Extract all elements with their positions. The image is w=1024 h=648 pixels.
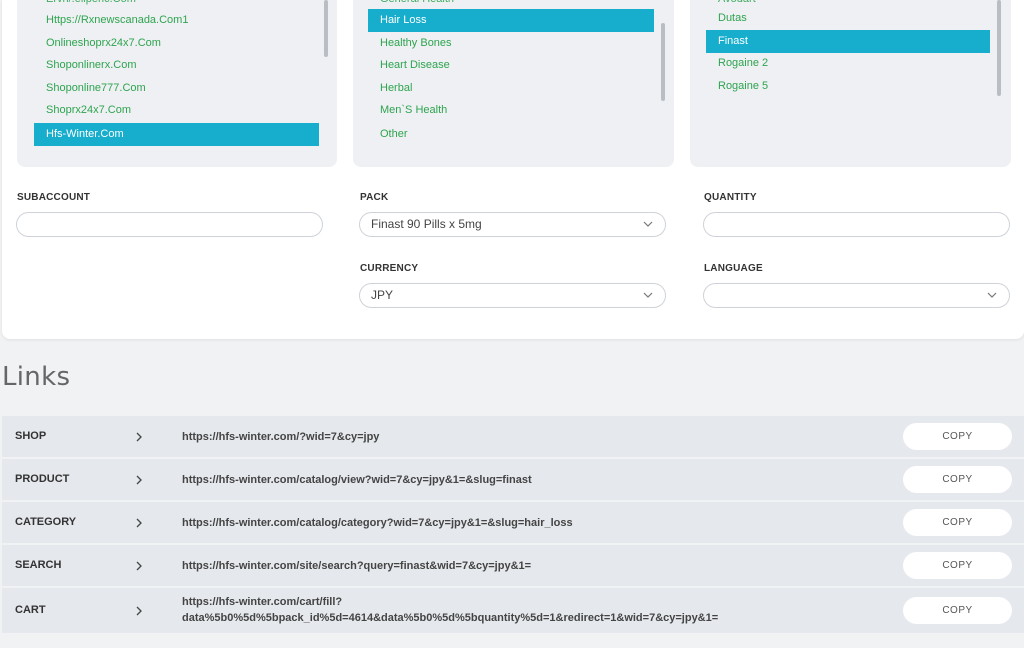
link-name: CART: [15, 604, 46, 616]
list-item[interactable]: Dutas: [706, 7, 990, 30]
list-item[interactable]: Shoponlinerx.Com: [34, 54, 319, 77]
list-item[interactable]: Shoprx24x7.Com: [34, 99, 319, 122]
list-item[interactable]: Heart Disease: [368, 54, 654, 77]
link-name: CATEGORY: [15, 516, 77, 528]
list-item[interactable]: Rogaine 2: [706, 52, 990, 75]
pack-select[interactable]: Finast 90 Pills x 5mg: [359, 212, 666, 237]
list-item[interactable]: Https://Rxnewscanada.Com1: [34, 9, 319, 32]
copy-button[interactable]: COPY: [903, 509, 1012, 536]
chevron-right-icon[interactable]: [135, 432, 143, 442]
product-listbox[interactable]: Avodart Dutas Finast Rogaine 2 Rogaine 5: [690, 0, 1011, 167]
shop-list-scrollbar[interactable]: [324, 0, 328, 57]
subaccount-input[interactable]: [16, 212, 323, 237]
link-url[interactable]: https://hfs-winter.com/catalog/category?…: [182, 515, 573, 531]
chevron-right-icon[interactable]: [135, 518, 143, 528]
currency-label: CURRENCY: [360, 263, 419, 274]
chevron-down-icon: [643, 292, 653, 298]
list-item[interactable]: Rogaine 5: [706, 75, 990, 98]
list-item[interactable]: Onlineshoprx24x7.Com: [34, 32, 319, 55]
list-item[interactable]: Herbal: [368, 77, 654, 100]
pack-label: PACK: [360, 192, 389, 203]
quantity-label: QUANTITY: [704, 192, 757, 203]
link-url[interactable]: https://hfs-winter.com/catalog/view?wid=…: [182, 472, 532, 488]
copy-button[interactable]: COPY: [903, 466, 1012, 493]
category-listbox[interactable]: General Health Hair Loss Healthy Bones H…: [353, 0, 674, 167]
list-item[interactable]: Shoponline777.Com: [34, 77, 319, 100]
language-label: LANGUAGE: [704, 263, 763, 274]
copy-button[interactable]: COPY: [903, 423, 1012, 450]
list-item[interactable]: Men`S Health: [368, 99, 654, 122]
language-select[interactable]: [703, 283, 1010, 308]
chevron-right-icon[interactable]: [135, 475, 143, 485]
link-url[interactable]: https://hfs-winter.com/site/search?query…: [182, 558, 531, 574]
currency-select[interactable]: JPY: [359, 283, 666, 308]
list-item[interactable]: Other: [368, 123, 654, 146]
link-url[interactable]: https://hfs-winter.com/cart/fill? data%5…: [182, 594, 718, 626]
pack-select-value: Finast 90 Pills x 5mg: [371, 217, 482, 231]
link-name: PRODUCT: [15, 473, 70, 485]
category-list-scrollbar[interactable]: [661, 23, 665, 101]
link-row-cart: CART https://hfs-winter.com/cart/fill? d…: [2, 588, 1024, 633]
link-url-line: https://hfs-winter.com/cart/fill?: [182, 596, 343, 608]
list-item-selected[interactable]: Hair Loss: [368, 9, 654, 32]
subaccount-label: SUBACCOUNT: [17, 192, 91, 203]
list-item-selected[interactable]: Finast: [706, 30, 990, 53]
link-row-search: SEARCH https://hfs-winter.com/site/searc…: [2, 545, 1024, 586]
link-row-product: PRODUCT https://hfs-winter.com/catalog/v…: [2, 459, 1024, 500]
link-row-shop: SHOP https://hfs-winter.com/?wid=7&cy=jp…: [2, 416, 1024, 457]
settings-card: Ervn/.eiiperic.Com Https://Rxnewscanada.…: [2, 0, 1024, 339]
link-url[interactable]: https://hfs-winter.com/?wid=7&cy=jpy: [182, 429, 379, 445]
copy-button[interactable]: COPY: [903, 552, 1012, 579]
link-url-line: data%5b0%5d%5bpack_id%5d=4614&data%5b0%5…: [182, 612, 719, 624]
product-list-scrollbar[interactable]: [997, 0, 1001, 96]
link-name: SEARCH: [15, 559, 62, 571]
link-name: SHOP: [15, 430, 47, 442]
quantity-input[interactable]: [703, 212, 1010, 237]
chevron-right-icon[interactable]: [135, 561, 143, 571]
currency-select-value: JPY: [371, 288, 394, 302]
list-item[interactable]: Healthy Bones: [368, 32, 654, 55]
chevron-down-icon: [987, 292, 997, 298]
shop-listbox[interactable]: Ervn/.eiiperic.Com Https://Rxnewscanada.…: [17, 0, 337, 167]
link-row-category: CATEGORY https://hfs-winter.com/catalog/…: [2, 502, 1024, 543]
copy-button[interactable]: COPY: [903, 597, 1012, 624]
links-heading: Links: [2, 362, 71, 392]
chevron-down-icon: [643, 221, 653, 227]
chevron-right-icon[interactable]: [135, 606, 143, 616]
list-item-selected[interactable]: Hfs-Winter.Com: [34, 123, 319, 146]
